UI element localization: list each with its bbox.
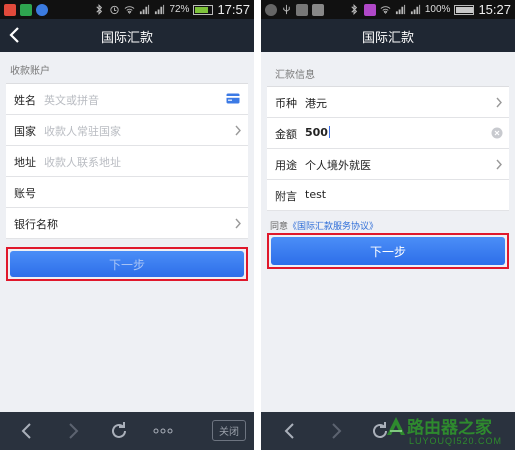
next-button-highlight: 下一步 (6, 247, 248, 281)
back-icon[interactable] (16, 420, 38, 442)
back-icon[interactable] (279, 420, 301, 442)
status-time: 15:27 (478, 2, 511, 17)
battery-icon (193, 4, 214, 15)
nav-bar: 国际汇款 (261, 19, 515, 52)
field-label: 附言 (275, 190, 297, 203)
status-bar: 72% 17:57 (0, 0, 254, 19)
section-label: 汇款信息 (275, 70, 315, 81)
memo-value: test (305, 188, 327, 201)
close-button[interactable]: 关闭 (212, 420, 246, 441)
app-notification-icon (4, 3, 16, 16)
app-notification-icon (20, 3, 32, 16)
amount-field[interactable]: 金额 500 (267, 118, 509, 149)
screenshot-stage: 72% 17:57 国际汇款 收款账户 姓名 英文或拼音 国家 收款人常驻国家 … (0, 0, 515, 450)
field-label: 银行名称 (14, 218, 58, 231)
payee-form: 姓名 英文或拼音 国家 收款人常驻国家 地址 收款人联系地址 账号 银行名称 (6, 83, 248, 239)
wifi-icon (125, 6, 135, 14)
name-placeholder: 英文或拼音 (44, 94, 99, 107)
chevron-right-icon (235, 218, 241, 229)
agreement-link[interactable]: 《国际汇款服务协议》 (288, 222, 378, 232)
status-time: 17:57 (217, 2, 250, 17)
name-field[interactable]: 姓名 英文或拼音 (6, 84, 248, 115)
phone-left: 72% 17:57 国际汇款 收款账户 姓名 英文或拼音 国家 收款人常驻国家 … (0, 0, 254, 450)
refresh-icon[interactable] (108, 420, 130, 442)
app-notification-icon (36, 3, 48, 16)
field-label: 国家 (14, 125, 36, 138)
field-label: 姓名 (14, 94, 36, 107)
purpose-field[interactable]: 用途 个人境外就医 (267, 149, 509, 180)
purpose-value: 个人境外就医 (305, 159, 371, 172)
battery-percent: 100% (424, 4, 451, 15)
next-button-highlight: 下一步 (267, 233, 509, 269)
watermark: 路由器之家 LUYOUQI520.COM (381, 412, 511, 448)
forward-icon[interactable] (325, 420, 347, 442)
address-placeholder: 收款人联系地址 (44, 156, 121, 169)
field-label: 用途 (275, 159, 297, 172)
signal-icon (155, 4, 165, 15)
clear-icon[interactable] (491, 127, 503, 139)
amount-value: 500 (305, 126, 330, 139)
chevron-right-icon (235, 125, 241, 136)
card-icon[interactable] (226, 93, 240, 104)
next-button[interactable]: 下一步 (10, 251, 244, 277)
field-label: 金额 (275, 128, 297, 141)
nav-bar: 国际汇款 (0, 19, 254, 52)
phone-right: 100% 15:27 国际汇款 汇款信息 币种 港元 金额 500 用途 个人境… (261, 0, 515, 450)
signal-icon (395, 4, 405, 15)
watermark-text: 路由器之家 (407, 418, 492, 438)
country-placeholder: 收款人常驻国家 (44, 125, 121, 138)
app-notification-icon (312, 3, 324, 16)
currency-value: 港元 (305, 97, 327, 110)
battery-icon (454, 4, 475, 15)
memo-field[interactable]: 附言 test (267, 180, 509, 211)
agreement-text: 同意《国际汇款服务协议》 (270, 219, 378, 232)
alarm-icon (110, 5, 120, 15)
wifi-icon (380, 6, 391, 14)
usb-icon (283, 4, 290, 15)
field-label: 币种 (275, 97, 297, 110)
browser-toolbar: 关闭 (0, 412, 254, 450)
more-icon[interactable] (152, 420, 174, 442)
bluetooth-icon (96, 4, 103, 15)
remittance-form: 币种 港元 金额 500 用途 个人境外就医 附言 test (267, 86, 509, 211)
chevron-right-icon (496, 159, 502, 170)
account-field[interactable]: 账号 (6, 177, 248, 208)
bluetooth-icon (351, 4, 357, 15)
app-notification-icon (296, 3, 308, 16)
chevron-right-icon (496, 97, 502, 108)
agreement-prefix: 同意 (270, 222, 289, 232)
address-field[interactable]: 地址 收款人联系地址 (6, 146, 248, 177)
signal-icon (410, 4, 420, 15)
country-field[interactable]: 国家 收款人常驻国家 (6, 115, 248, 146)
forward-icon[interactable] (62, 420, 84, 442)
amount-text: 500 (305, 126, 328, 139)
page-title: 国际汇款 (361, 31, 414, 46)
section-label: 收款账户 (10, 66, 50, 77)
bank-name-field[interactable]: 银行名称 (6, 208, 248, 239)
currency-field[interactable]: 币种 港元 (267, 87, 509, 118)
field-label: 地址 (14, 156, 36, 169)
status-bar: 100% 15:27 (261, 0, 515, 19)
signal-icon (140, 4, 150, 15)
app-notification-icon (265, 3, 277, 16)
app-notification-icon (363, 3, 376, 16)
watermark-url: LUYOUQI520.COM (409, 436, 503, 446)
battery-percent: 72% (169, 4, 190, 15)
field-label: 账号 (14, 187, 36, 200)
watermark-logo-icon (387, 417, 405, 435)
text-caret (328, 126, 330, 138)
page-title: 国际汇款 (100, 31, 153, 46)
next-button[interactable]: 下一步 (271, 237, 505, 265)
